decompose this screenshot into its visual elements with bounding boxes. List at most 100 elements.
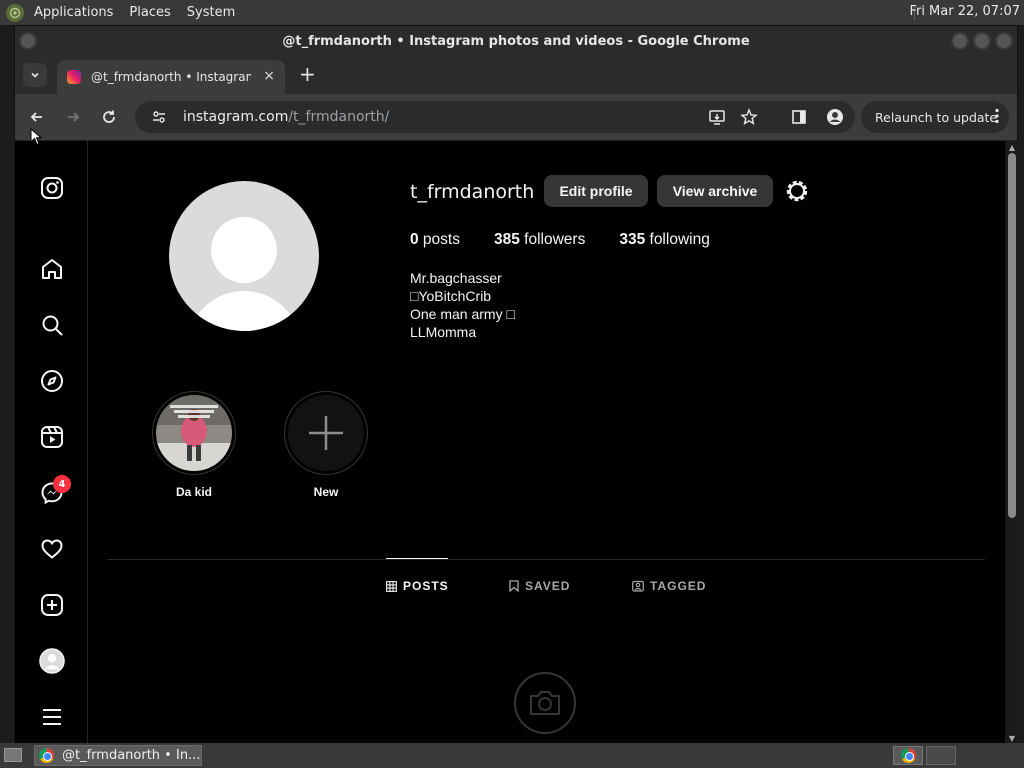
chrome-window: @t_frmdanorth • Instagram photos and vid… <box>14 25 1019 744</box>
highlight-thumbnail <box>156 395 232 471</box>
scroll-up-arrow-icon[interactable]: ▲ <box>1007 143 1017 152</box>
following-stat[interactable]: 335 following <box>619 231 710 249</box>
highlight-da-kid[interactable]: Da kid <box>152 391 236 499</box>
tab-label: POSTS <box>403 579 449 593</box>
tab-tagged[interactable]: TAGGED <box>632 579 706 593</box>
more-vert-icon[interactable] <box>995 108 999 127</box>
clock[interactable]: Fri Mar 22, 07:07 <box>909 4 1020 19</box>
person-icon <box>827 109 843 125</box>
window-titlebar[interactable]: @t_frmdanorth • Instagram photos and vid… <box>15 26 1017 56</box>
install-app-button[interactable] <box>705 105 729 129</box>
instagram-logo-icon[interactable] <box>39 175 65 201</box>
profile-username: t_frmdanorth <box>410 181 535 203</box>
url-host: instagram.com <box>183 109 289 125</box>
new-tab-button[interactable]: + <box>299 64 316 84</box>
close-window-button[interactable] <box>995 32 1013 50</box>
active-tab-indicator <box>386 558 448 559</box>
scroll-down-arrow-icon[interactable]: ▼ <box>1007 734 1017 743</box>
edit-profile-button[interactable]: Edit profile <box>544 175 648 207</box>
chevron-down-icon <box>31 72 39 78</box>
settings-gear-icon[interactable] <box>785 179 809 203</box>
system-taskbar: @t_frmdanorth • In... <box>0 743 1024 768</box>
tab-strip: @t_frmdanorth • Instagram photos and vid… <box>15 56 1017 94</box>
menu-system[interactable]: System <box>187 5 235 20</box>
grid-icon <box>386 580 397 592</box>
reload-button[interactable] <box>97 105 121 129</box>
highlight-ring <box>152 391 236 475</box>
tab-search-button[interactable] <box>23 63 47 87</box>
show-desktop-icon[interactable] <box>4 748 22 762</box>
new-highlight-plus-icon <box>288 395 364 471</box>
reels-icon[interactable] <box>39 424 65 450</box>
messages-badge: 4 <box>53 475 71 493</box>
tab-label: SAVED <box>525 579 571 593</box>
relaunch-label: Relaunch to update <box>875 109 998 125</box>
profile-stats: 0 posts 385 followers 335 following <box>410 231 744 249</box>
side-panel-icon <box>792 110 806 124</box>
following-label: following <box>645 231 710 248</box>
back-button[interactable] <box>25 105 49 129</box>
followers-label: followers <box>519 231 586 248</box>
posts-label: posts <box>418 231 460 248</box>
followers-stat[interactable]: 385 followers <box>494 231 585 249</box>
mouse-cursor-icon <box>30 128 42 146</box>
system-logo-icon[interactable] <box>6 3 24 22</box>
instagram-sidebar: 4 <box>15 141 88 744</box>
home-icon[interactable] <box>39 256 65 282</box>
arrow-left-icon <box>30 112 42 122</box>
tagged-icon <box>632 580 644 592</box>
highlight-ring <box>284 391 368 475</box>
profile-avatar[interactable] <box>169 181 319 331</box>
workspace-switcher[interactable] <box>893 746 923 765</box>
maximize-button[interactable] <box>973 32 991 50</box>
tab-label: TAGGED <box>650 579 707 593</box>
forward-button[interactable] <box>61 105 85 129</box>
window-menu-button[interactable] <box>19 32 37 50</box>
more-menu-icon[interactable] <box>39 704 65 730</box>
install-app-icon <box>709 110 725 125</box>
tab-title: @t_frmdanorth • Instagram photos and vid… <box>91 70 251 84</box>
following-count: 335 <box>619 231 646 248</box>
site-settings-icon[interactable] <box>151 109 167 125</box>
browser-tab[interactable]: @t_frmdanorth • Instagram photos and vid… <box>57 60 285 94</box>
highlight-label: New <box>313 485 339 499</box>
scrollbar-thumb[interactable] <box>1008 153 1016 518</box>
menu-applications[interactable]: Applications <box>34 5 113 20</box>
page-scrollbar[interactable]: ▲ ▼ <box>1005 141 1019 744</box>
view-archive-button[interactable]: View archive <box>657 175 773 207</box>
posts-stat: 0 posts <box>410 231 460 249</box>
tab-saved[interactable]: SAVED <box>509 579 570 593</box>
profile-button[interactable] <box>823 105 847 129</box>
tabs-divider <box>107 559 985 560</box>
followers-count: 385 <box>493 231 520 248</box>
bookmark-star-button[interactable] <box>737 105 761 129</box>
minimize-button[interactable] <box>951 32 969 50</box>
page-viewport: 4 t_frmdanorth Edit profile View archive <box>15 141 1005 744</box>
bio-line: One man army □ <box>410 306 515 322</box>
taskbar-chrome-item[interactable]: @t_frmdanorth • In... <box>34 745 202 766</box>
instagram-favicon-icon <box>67 70 81 84</box>
bookmark-icon <box>509 580 519 592</box>
relaunch-to-update-button[interactable]: Relaunch to update <box>861 101 1009 133</box>
profile-avatar-icon[interactable] <box>39 648 65 674</box>
explore-compass-icon[interactable] <box>39 368 65 394</box>
tab-close-icon[interactable]: × <box>263 68 275 84</box>
bio-line: Mr.bagchasser <box>410 270 502 286</box>
heart-notifications-icon[interactable] <box>39 536 65 562</box>
workspace-2[interactable] <box>926 746 956 765</box>
avatar-placeholder-body <box>187 291 301 331</box>
star-icon <box>740 108 758 125</box>
arrow-right-icon <box>68 112 80 122</box>
search-icon[interactable] <box>39 312 65 338</box>
highlight-label: Da kid <box>175 485 212 499</box>
window-title: @t_frmdanorth • Instagram photos and vid… <box>282 33 750 49</box>
side-panel-button[interactable] <box>787 105 811 129</box>
tab-posts[interactable]: POSTS <box>386 579 449 593</box>
chrome-icon <box>39 748 54 763</box>
create-plus-icon[interactable] <box>39 592 65 618</box>
browser-toolbar: instagram.com/t_frmdanorth/ Relaunch to … <box>15 94 1017 140</box>
highlight-new[interactable]: New <box>284 391 368 499</box>
reload-icon <box>103 110 115 123</box>
chrome-icon <box>900 748 916 763</box>
menu-places[interactable]: Places <box>129 5 170 20</box>
